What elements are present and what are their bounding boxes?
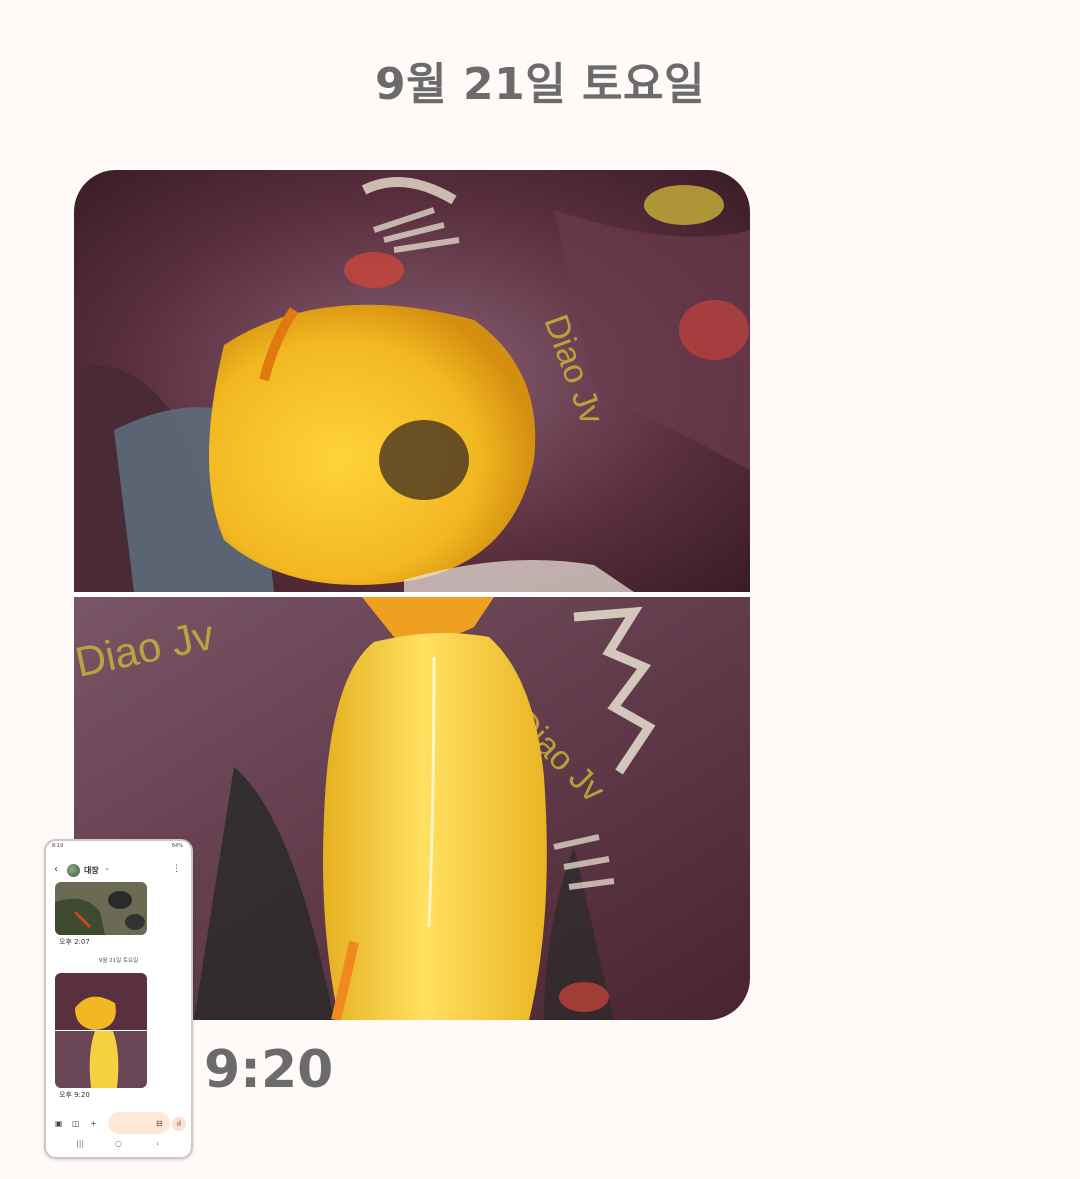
preview-status-time: 8:19 (52, 843, 64, 849)
recents-icon: ||| (76, 1139, 85, 1148)
gallery-icon: ▣ (55, 1119, 63, 1128)
preview-date-label: 9월 21일 토요일 (98, 958, 139, 964)
chevron-down-icon: ⌄ (104, 864, 110, 872)
back-icon: ‹ (54, 864, 58, 875)
voice-icon: ıl (172, 1117, 186, 1131)
preview-battery: 64% (171, 843, 183, 849)
preview-chat-header: ‹ 대장 ⌄ ⋮ (46, 861, 191, 883)
avatar (67, 864, 80, 877)
preview-nav-bar: ||| ○ ‹ (46, 1139, 191, 1153)
emoji-icon: ◫ (72, 1119, 80, 1128)
plus-icon: + (90, 1119, 97, 1128)
home-icon: ○ (115, 1139, 122, 1148)
preview-time-2: 오후 9:20 (59, 1091, 90, 1099)
sticker-icon: ⊟ (156, 1119, 163, 1128)
message-time: 9:20 (204, 1040, 334, 1100)
preview-image-2 (55, 973, 147, 1088)
screenshot-preview[interactable]: 8:19 64% ‹ 대장 ⌄ ⋮ 오후 2:07 9월 21일 토요일 오후 … (44, 839, 193, 1159)
preview-time-1: 오후 2:07 (59, 938, 90, 946)
more-icon: ⋮ (172, 864, 181, 874)
photo-yellow-fish-head[interactable]: Diao Jv (74, 170, 750, 592)
date-header: 9월 21일 토요일 (375, 59, 705, 110)
preview-input-bar: ▣ ◫ + ⊟ ıl (46, 1111, 191, 1135)
preview-image-1 (55, 882, 147, 935)
back-nav-icon: ‹ (156, 1139, 160, 1148)
contact-name: 대장 (84, 866, 99, 875)
